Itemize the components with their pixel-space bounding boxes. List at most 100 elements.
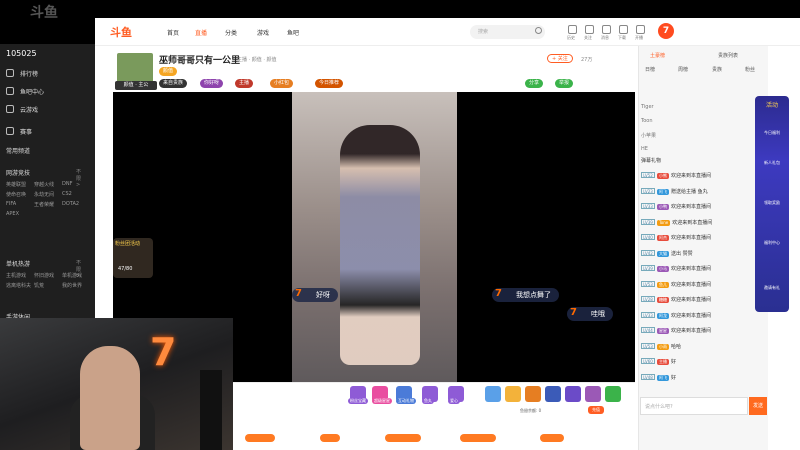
fan-activity-title: 粉丝团活动 [115,241,141,247]
rank-row[interactable]: HE [641,146,648,152]
user-name[interactable]: 主播 [657,359,669,365]
game-link[interactable]: 主机游戏 [6,272,34,279]
rank-row[interactable]: Toon [641,118,653,124]
game-link[interactable]: 使命召唤 [6,191,34,198]
cloud-game-icon [6,105,14,113]
game-link[interactable]: DNF [62,181,90,188]
gift-icon[interactable] [545,386,561,402]
recharge-button[interactable]: 充值 [588,406,604,414]
nav-home[interactable]: 首页 [167,28,179,37]
game-link[interactable]: 英雄联盟 [6,181,34,188]
user-name[interactable]: 糖糖 [657,297,669,303]
gift-icon[interactable] [585,386,601,402]
game-link[interactable]: FIFA [6,201,34,208]
sidebar-item-rank[interactable]: 排行榜 [6,66,38,80]
recommend-bar [385,434,421,442]
neon-seven-icon: 7 [150,330,177,374]
share-button[interactable]: 分享 [525,79,544,88]
gift-icon[interactable] [485,386,501,402]
message-icon[interactable] [602,25,611,34]
user-name[interactable]: 星星 [657,328,669,334]
user-name[interactable]: 鱼儿 [657,281,669,288]
tab-noble[interactable]: 贵族 [712,66,722,73]
promo-item[interactable]: 邀请有礼 [757,285,787,291]
game-link[interactable]: APEX [6,211,34,217]
user-name[interactable]: 小鸭 [657,204,669,210]
promo-item[interactable]: 新人礼包 [757,160,787,166]
user-avatar[interactable]: 7 [658,23,674,39]
user-name[interactable]: 小雨 [657,343,669,350]
chat-message: LV42 大猫 送出 赞赞 [641,249,766,258]
history-icon[interactable] [568,25,577,34]
rank-row[interactable]: Tiger [641,104,654,110]
chat-input[interactable]: 说点什么吧? [640,397,748,415]
promo-item[interactable]: 福利中心 [757,240,787,246]
user-name[interactable]: 阿杰 [657,235,669,241]
douyu-logo[interactable]: 斗鱼 [110,24,132,40]
promo-item[interactable]: 今日福利 [757,130,787,136]
game-link[interactable]: 我的世界 [62,282,90,289]
tab-weekly[interactable]: 周榜 [678,66,688,73]
room-tag[interactable]: 今日推荐 [315,79,344,88]
room-tag[interactable]: 颜值 [159,67,178,76]
message-text: 赠送给主播 鱼丸 [671,188,708,195]
user-name[interactable]: 阿飞 [657,374,669,381]
level-badge: LV39 [641,265,655,271]
sidebar-item-events[interactable]: 赛事 [6,124,32,138]
create-icon[interactable] [636,25,645,34]
nav-live[interactable]: 直播 [195,28,207,37]
room-tag[interactable]: 主播 [235,79,254,88]
user-name[interactable]: 阿飞 [657,188,669,195]
promo-item[interactable]: 领取奖励 [757,200,787,206]
game-link[interactable]: 怀旧游戏 [34,272,62,279]
message-text: 欢迎来到本直播间 [671,266,712,272]
user-name[interactable]: 小熊 [657,173,669,179]
send-button[interactable]: 发送 [749,397,767,415]
game-link[interactable]: 永劫无间 [34,191,62,198]
download-icon[interactable] [619,25,628,34]
game-link[interactable]: 单机游戏 [62,272,90,279]
sidebar-item-cloudgame[interactable]: 云游戏 [6,102,38,116]
search-input[interactable]: 搜索 [470,25,545,39]
gift-icon[interactable] [505,386,521,402]
game-link[interactable]: 穿越火线 [34,181,62,188]
tab-rich-list[interactable]: 土豪榜 [650,52,665,59]
chat-panel [638,46,768,450]
game-link[interactable]: 王者荣耀 [34,201,62,208]
nav-yuba[interactable]: 鱼吧 [287,28,299,37]
nav-game[interactable]: 游戏 [257,28,269,37]
gift-icon[interactable] [525,386,541,402]
game-link[interactable]: CS2 [62,191,90,198]
game-link[interactable]: 逃离塔科夫 [6,282,34,289]
gift-icon[interactable] [565,386,581,402]
bottom-strip [233,414,635,450]
user-name[interactable]: 小马 [657,266,669,272]
tab-fans[interactable]: 粉丝 [745,66,755,73]
game-link[interactable]: DOTA2 [62,201,90,208]
message-text: 好 [671,359,677,365]
user-name[interactable]: Tone [657,219,671,226]
follow-button[interactable]: + 关注 [547,54,573,63]
report-button[interactable]: 举报 [555,79,574,88]
rank-row[interactable]: 小苹果 [641,132,656,139]
room-tag[interactable]: 小红包 [270,79,294,88]
follow-icon[interactable] [585,25,594,34]
room-tag[interactable]: 你好呀 [200,79,224,88]
search-icon[interactable] [535,27,542,34]
webcam-mic [200,370,222,450]
nav-category[interactable]: 分类 [225,28,237,37]
message-text: 欢迎来到本直播间 [671,235,712,241]
level-badge: LV33 [641,203,655,209]
gift-icon[interactable] [605,386,621,402]
room-tag[interactable]: 来自贵族 [159,79,188,88]
tab-noble-list[interactable]: 贵族列表 [718,52,738,59]
game-link[interactable]: 饥荒 [34,282,62,289]
tab-daily[interactable]: 日榜 [645,66,655,73]
sidebar-item-yuba[interactable]: 鱼吧中心 [6,84,44,98]
user-name[interactable]: 阿龙 [657,312,669,319]
single-games-grid: 主机游戏 怀旧游戏 单机游戏 逃离塔科夫 饥荒 我的世界 [6,272,90,289]
chat-message: LV23 阿飞 赠送给主播 鱼丸 [641,187,766,196]
follow-count: 27万 [581,57,593,63]
user-name[interactable]: 大猫 [657,250,669,257]
section-net-games: 网游竞技 不限 > [6,169,82,188]
